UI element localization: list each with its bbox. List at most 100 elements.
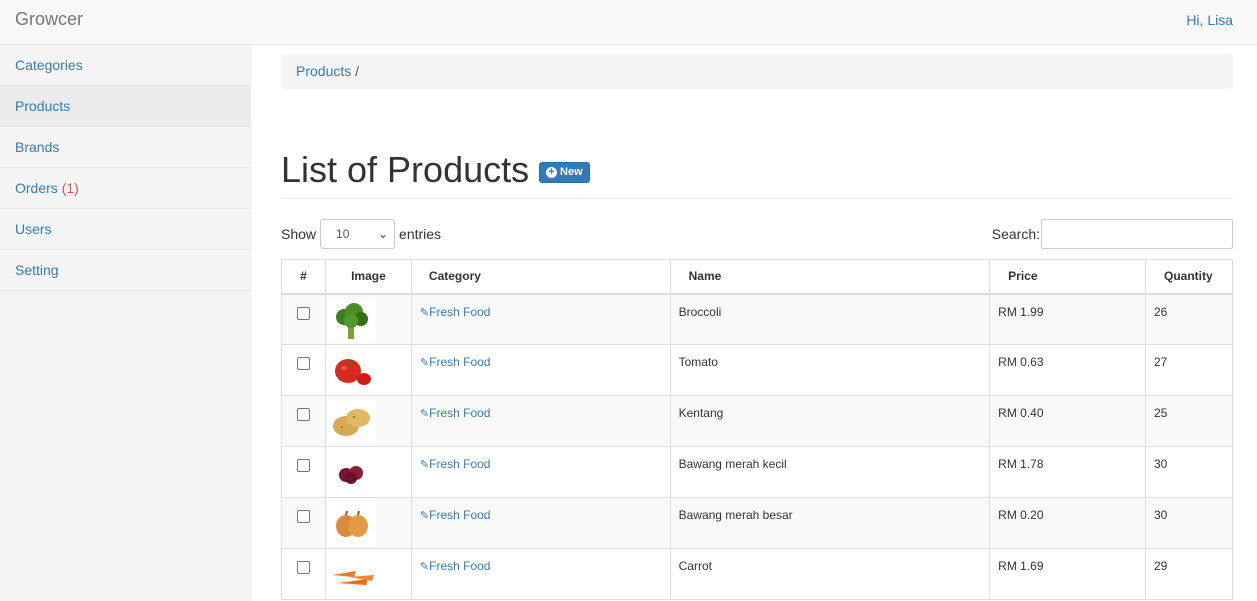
column-header-name[interactable]: Name xyxy=(669,259,991,295)
row-select-cell xyxy=(281,293,326,345)
row-checkbox[interactable] xyxy=(296,357,310,370)
sidebar-item-orders[interactable]: Orders (1) xyxy=(0,168,250,209)
quantity-cell: 26 xyxy=(1144,293,1234,345)
sidebar-item-label: Orders xyxy=(15,180,58,196)
name-cell: Carrot xyxy=(669,548,991,600)
entries-per-page-value: 10 xyxy=(336,227,350,241)
category-cell: ✎Fresh Food xyxy=(410,548,671,600)
category-link[interactable]: ✎Fresh Food xyxy=(420,508,491,522)
category-cell: ✎Fresh Food xyxy=(410,395,671,447)
pencil-icon: ✎ xyxy=(419,357,430,369)
top-navbar: Growcer Hi, Lisa xyxy=(0,0,1257,45)
entries-per-page-select[interactable]: 10 ⌄ xyxy=(320,219,396,249)
sidebar-item-products[interactable]: Products xyxy=(0,86,250,127)
category-link[interactable]: ✎Fresh Food xyxy=(420,559,491,573)
price-cell: RM 0.63 xyxy=(989,344,1146,396)
pencil-icon: ✎ xyxy=(419,459,430,471)
category-cell: ✎Fresh Food xyxy=(410,344,671,396)
sidebar: Categories Products Brands Orders (1) Us… xyxy=(0,45,251,601)
search-input[interactable] xyxy=(1041,219,1233,249)
price-cell: RM 0.40 xyxy=(989,395,1146,447)
orders-count-badge: (1) xyxy=(61,180,79,196)
potato-image xyxy=(327,400,376,444)
row-checkbox[interactable] xyxy=(296,306,310,320)
red-onion-image xyxy=(327,451,376,495)
category-cell: ✎Fresh Food xyxy=(410,446,671,498)
sidebar-item-label: Setting xyxy=(15,262,59,278)
row-select-cell xyxy=(281,446,326,498)
row-checkbox[interactable] xyxy=(296,408,310,421)
product-image-cell xyxy=(324,446,412,498)
sidebar-item-label: Brands xyxy=(15,139,60,155)
chevron-down-icon: ⌄ xyxy=(377,227,389,241)
category-cell: ✎Fresh Food xyxy=(410,497,671,549)
table-row: ✎Fresh Food Bawang merah besar RM 0.20 3… xyxy=(281,497,1234,549)
new-product-button[interactable]: + New xyxy=(539,162,590,183)
quantity-cell: 29 xyxy=(1144,548,1234,600)
table-row: ✎Fresh Food Broccoli RM 1.99 26 xyxy=(281,293,1234,345)
table-row: ✎Fresh Food Carrot RM 1.69 29 xyxy=(281,548,1234,600)
broccoli-image xyxy=(327,298,376,343)
column-header-image[interactable]: Image xyxy=(324,259,412,295)
quantity-cell: 30 xyxy=(1144,446,1234,498)
sidebar-item-label: Products xyxy=(15,98,71,114)
sidebar-item-label: Users xyxy=(15,221,52,237)
price-cell: RM 1.69 xyxy=(989,548,1146,600)
table-row: ✎Fresh Food Tomato RM 0.63 27 xyxy=(281,344,1234,396)
column-header-number[interactable]: # xyxy=(281,259,326,295)
entries-label: entries xyxy=(399,226,442,242)
show-label: Show xyxy=(281,226,317,242)
sidebar-item-categories[interactable]: Categories xyxy=(0,45,250,86)
column-header-quantity[interactable]: Quantity xyxy=(1144,259,1234,295)
category-cell: ✎Fresh Food xyxy=(410,293,671,345)
row-select-cell xyxy=(281,548,326,600)
product-image-cell xyxy=(324,548,412,600)
name-cell: Broccoli xyxy=(669,293,991,345)
breadcrumb-products-link[interactable]: Products xyxy=(296,63,351,79)
quantity-cell: 30 xyxy=(1144,497,1234,549)
carrot-image xyxy=(327,553,376,597)
price-cell: RM 0.20 xyxy=(989,497,1146,549)
column-header-price[interactable]: Price xyxy=(989,259,1146,295)
user-menu-link[interactable]: Hi, Lisa xyxy=(1186,12,1233,28)
products-table: # Image Category Name Price Quantity ✎Fr… xyxy=(281,259,1234,600)
main-content: Products / List of Products + New Show 1… xyxy=(251,45,1257,601)
table-header-row: # Image Category Name Price Quantity xyxy=(281,259,1234,295)
product-image-cell xyxy=(324,293,412,345)
row-select-cell xyxy=(281,395,326,447)
product-image-cell xyxy=(324,395,412,447)
column-header-category[interactable]: Category xyxy=(410,259,671,295)
product-image-cell xyxy=(324,497,412,549)
table-row: ✎Fresh Food Bawang merah kecil RM 1.78 3… xyxy=(281,446,1234,498)
name-cell: Tomato xyxy=(669,344,991,396)
row-select-cell xyxy=(281,497,326,549)
row-select-cell xyxy=(281,344,326,396)
new-button-label: New xyxy=(560,166,583,178)
page-header: List of Products + New xyxy=(281,145,1233,199)
sidebar-item-users[interactable]: Users xyxy=(0,209,250,250)
quantity-cell: 27 xyxy=(1144,344,1234,396)
price-cell: RM 1.99 xyxy=(989,293,1146,345)
sidebar-item-setting[interactable]: Setting xyxy=(0,250,250,291)
table-row: ✎Fresh Food Kentang RM 0.40 25 xyxy=(281,395,1234,447)
row-checkbox[interactable] xyxy=(296,561,310,574)
brand-link[interactable]: Growcer xyxy=(15,9,83,30)
name-cell: Bawang merah kecil xyxy=(669,446,991,498)
row-checkbox[interactable] xyxy=(296,510,310,523)
category-link[interactable]: ✎Fresh Food xyxy=(420,406,491,420)
pencil-icon: ✎ xyxy=(419,561,430,573)
name-cell: Kentang xyxy=(669,395,991,447)
search-control: Search: xyxy=(992,219,1233,249)
name-cell: Bawang merah besar xyxy=(669,497,991,549)
category-link[interactable]: ✎Fresh Food xyxy=(420,457,491,471)
category-link[interactable]: ✎Fresh Food xyxy=(420,305,491,319)
pencil-icon: ✎ xyxy=(419,306,430,319)
sidebar-item-brands[interactable]: Brands xyxy=(0,127,250,168)
onion-image xyxy=(327,502,376,546)
search-label: Search: xyxy=(991,226,1040,242)
row-checkbox[interactable] xyxy=(296,459,310,472)
pencil-icon: ✎ xyxy=(419,408,430,420)
entries-length-control: Show 10 ⌄ entries xyxy=(281,219,441,249)
quantity-cell: 25 xyxy=(1144,395,1234,447)
category-link[interactable]: ✎Fresh Food xyxy=(420,355,491,369)
